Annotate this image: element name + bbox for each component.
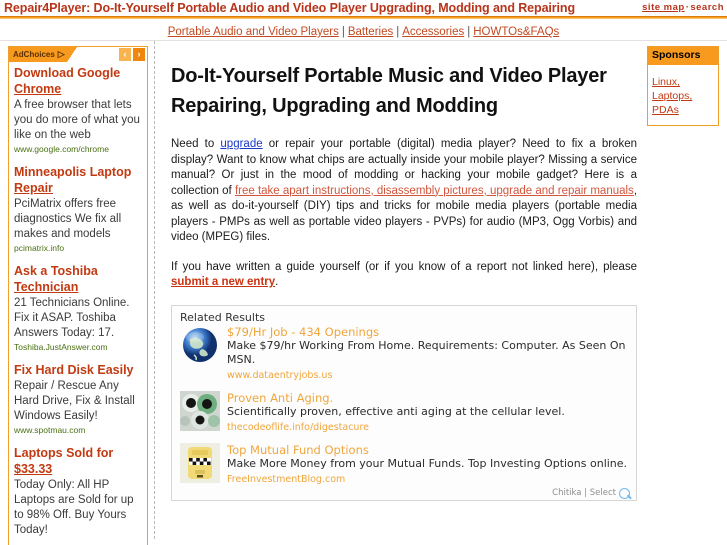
right-sidebar: Sponsors Linux, Laptops, PDAs (645, 41, 727, 541)
ad-next-arrow-icon[interactable]: › (133, 48, 145, 61)
ad-item: Ask a Toshiba Technician 21 Technicians … (14, 263, 142, 353)
nav-item-batteries[interactable]: Batteries (348, 26, 393, 38)
related-result-item[interactable]: $79/Hr Job - 434 Openings Make $79/hr Wo… (180, 324, 628, 383)
nav-separator: | (467, 26, 471, 38)
related-result-text: $79/Hr Job - 434 Openings Make $79/hr Wo… (227, 325, 628, 383)
submit-text-a: If you have written a guide yourself (or… (171, 260, 637, 273)
intro-text-a: Need to (171, 138, 221, 150)
related-results-title: Related Results (180, 310, 265, 324)
ad-prev-arrow-icon[interactable]: ‹ (119, 48, 131, 61)
related-result-headline[interactable]: Top Mutual Fund Options (227, 443, 628, 457)
nav-item-howtos-faqs[interactable]: HOWTOs&FAQs (473, 26, 559, 38)
ad-title-link-2[interactable]: Chrome (14, 82, 61, 96)
related-result-headline[interactable]: $79/Hr Job - 434 Openings (227, 325, 628, 339)
adchoices-ad-list: Download Google Chrome A free browser th… (9, 62, 147, 545)
chitika-label: Chitika | Select (552, 488, 616, 498)
site-header: Repair4Player: Do-It-Yourself Portable A… (0, 0, 727, 16)
ad-title-link-2[interactable]: Technician (14, 280, 78, 294)
chitika-logo-icon (619, 487, 630, 499)
ad-description: PciMatrix offers free diagnostics We fix… (14, 198, 122, 240)
adchoices-ad-unit: AdChoices ▷ ‹ › Download Google Chrome A… (8, 46, 148, 545)
ad-title-link[interactable]: Ask a Toshiba (14, 264, 98, 278)
ad-pagination: ‹ › (119, 47, 147, 62)
related-result-description: Scientifically proven, effective anti ag… (227, 404, 565, 418)
ad-description: Today Only: All HP Laptops are Sold for … (14, 479, 134, 536)
sponsors-title: Sponsors (648, 47, 718, 65)
chitika-attribution[interactable]: Chitika | Select (552, 487, 630, 499)
sponsor-link-laptops[interactable]: Laptops, (652, 89, 714, 103)
ad-title: Download Google Chrome (14, 65, 142, 97)
ad-title-link[interactable]: Fix Hard Disk Easily (14, 363, 134, 377)
ad-title-link-2[interactable]: Repair (14, 181, 53, 195)
ad-title: Ask a Toshiba Technician (14, 263, 142, 295)
related-result-description: Make More Money from your Mutual Funds. … (227, 456, 628, 470)
ad-title-link[interactable]: Minneapolis Laptop (14, 165, 131, 179)
ad-item: Laptops Sold for $33.33 Today Only: All … (14, 445, 142, 538)
ad-url: www.spotmau.com (14, 425, 86, 435)
nav-item-portable-audio-and-video-players[interactable]: Portable Audio and Video Players (168, 26, 339, 38)
sponsors-box: Sponsors Linux, Laptops, PDAs (647, 46, 719, 126)
adchoices-triangle-icon: ▷ (57, 49, 65, 59)
sponsor-link-linux[interactable]: Linux, (652, 75, 714, 89)
globe-icon (180, 324, 220, 365)
adchoices-button[interactable]: AdChoices ▷ (9, 47, 67, 62)
ad-title-link[interactable]: Laptops Sold for (14, 446, 113, 460)
upgrade-link[interactable]: upgrade (220, 138, 262, 150)
related-result-description: Make $79/hr Working From Home. Requireme… (227, 338, 626, 366)
related-result-url: FreeInvestmentBlog.com (227, 473, 346, 485)
ad-item: Download Google Chrome A free browser th… (14, 65, 142, 155)
ad-title: Laptops Sold for $33.33 (14, 445, 142, 477)
related-results-box: Related Results $79/Hr Job - 434 Opening… (171, 304, 637, 501)
page-title: Do-It-Yourself Portable Music and Video … (171, 65, 607, 117)
submit-new-entry-link[interactable]: submit a new entry (171, 276, 275, 288)
nav-separator: | (341, 26, 345, 38)
cells-icon (180, 390, 220, 431)
ad-title: Fix Hard Disk Easily (14, 362, 142, 378)
page-content: AdChoices ▷ ‹ › Download Google Chrome A… (0, 41, 727, 545)
ad-item: Fix Hard Disk Easily Repair / Rescue Any… (14, 362, 142, 436)
ad-title-link[interactable]: Download Google (14, 66, 120, 80)
ad-url: www.google.com/chrome (14, 144, 109, 154)
ad-title-link-2[interactable]: $33.33 (14, 462, 52, 476)
search-link[interactable]: search (690, 2, 724, 13)
adchoices-toolbar: AdChoices ▷ ‹ › (9, 47, 147, 62)
ad-description: Repair / Rescue Any Hard Drive, Fix & In… (14, 380, 135, 422)
adchoices-tab-slant (66, 47, 77, 62)
adchoices-toolbar-fill (76, 47, 119, 62)
submit-paragraph: If you have written a guide yourself (or… (171, 260, 637, 291)
ad-title: Minneapolis Laptop Repair (14, 164, 142, 196)
ad-url: pcimatrix.info (14, 243, 65, 253)
adchoices-label: AdChoices (13, 50, 55, 59)
ad-description: 21 Technicians Online. Fix it ASAP. Tosh… (14, 297, 130, 339)
taxi-icon (180, 442, 220, 483)
page-root: Repair4Player: Do-It-Yourself Portable A… (0, 0, 727, 545)
main-navigation: Portable Audio and Video Players | Batteri… (0, 19, 727, 40)
ad-description: A free browser that lets you do more of … (14, 99, 140, 141)
related-result-item[interactable]: Proven Anti Aging. Scientifically proven… (180, 390, 628, 435)
sponsors-links: Linux, Laptops, PDAs (648, 65, 718, 125)
manuals-link[interactable]: free take apart instructions, disassembl… (235, 185, 634, 197)
intro-paragraph: Need to upgrade or repair your portable … (171, 137, 637, 246)
site-map-link[interactable]: site map (642, 2, 685, 13)
related-result-url: thecodeoflife.info/digestacure (227, 421, 369, 433)
related-result-text: Proven Anti Aging. Scientifically proven… (227, 391, 628, 435)
related-result-url: www.dataentryjobs.us (227, 369, 333, 381)
site-title: Repair4Player: Do-It-Yourself Portable A… (4, 1, 576, 15)
related-result-headline[interactable]: Proven Anti Aging. (227, 391, 628, 405)
related-result-item[interactable]: Top Mutual Fund Options Make More Money … (180, 442, 628, 487)
ad-item: Minneapolis Laptop Repair PciMatrix offe… (14, 164, 142, 254)
submit-text-b: . (275, 276, 279, 288)
related-result-text: Top Mutual Fund Options Make More Money … (227, 443, 628, 487)
nav-separator: | (396, 26, 400, 38)
sponsor-link-pdas[interactable]: PDAs (652, 103, 714, 117)
ad-url: Toshiba.JustAnswer.com (14, 342, 108, 352)
left-sidebar: AdChoices ▷ ‹ › Download Google Chrome A… (0, 41, 148, 545)
main-column: Do-It-Yourself Portable Music and Video … (155, 41, 645, 541)
nav-item-accessories[interactable]: Accessories (402, 26, 464, 38)
header-utility-links: site map·search (642, 2, 724, 13)
